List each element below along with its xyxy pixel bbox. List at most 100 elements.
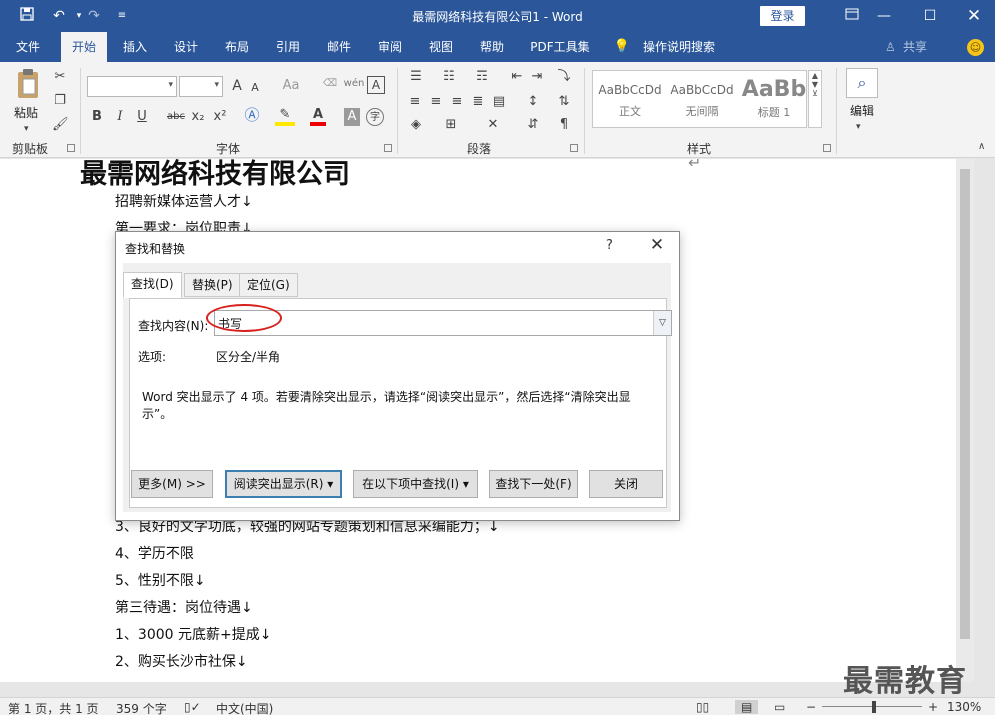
clipboard-launcher-icon[interactable] bbox=[67, 144, 75, 152]
tab-review[interactable]: 审阅 bbox=[368, 32, 412, 62]
tab-view[interactable]: 视图 bbox=[419, 32, 463, 62]
web-layout-icon[interactable]: ▭ bbox=[774, 700, 785, 714]
font-color-icon[interactable]: A bbox=[310, 106, 326, 126]
tab-help[interactable]: 帮助 bbox=[470, 32, 514, 62]
clear-format-icon[interactable]: ⌫ bbox=[319, 75, 341, 93]
tab-home[interactable]: 开始 bbox=[61, 32, 107, 62]
font-size-combo[interactable]: ▾ bbox=[179, 76, 223, 97]
tab-insert[interactable]: 插入 bbox=[113, 32, 157, 62]
underline-icon[interactable]: U bbox=[134, 108, 150, 126]
character-shading-icon[interactable]: A bbox=[344, 108, 360, 126]
italic-icon[interactable]: I bbox=[112, 108, 128, 126]
highlight-icon[interactable]: ✎ bbox=[275, 106, 295, 126]
align-left-icon[interactable]: ≡ bbox=[406, 93, 424, 111]
print-layout-icon[interactable]: ▤ bbox=[735, 700, 759, 714]
shading-icon[interactable]: ◈ bbox=[406, 116, 426, 134]
close-icon[interactable]: ✕ bbox=[646, 235, 668, 255]
show-marks-icon[interactable]: ¶ bbox=[555, 116, 573, 134]
close-icon[interactable]: ✕ bbox=[962, 6, 986, 26]
more-button[interactable]: 更多(M) >> bbox=[131, 470, 213, 498]
editing-search-icon[interactable]: ⌕ bbox=[846, 68, 878, 98]
distributed-icon[interactable]: ▤ bbox=[490, 93, 508, 111]
justify-icon[interactable]: ≣ bbox=[469, 93, 487, 111]
language[interactable]: 中文(中国) bbox=[216, 700, 273, 715]
subscript-icon[interactable]: x₂ bbox=[190, 108, 206, 126]
chinese-layout-icon[interactable]: ⤵ bbox=[555, 68, 573, 86]
tab-pdf-tools[interactable]: PDF工具集 bbox=[524, 32, 596, 62]
editing-dropdown-icon[interactable]: ▾ bbox=[856, 118, 861, 136]
format-painter-icon[interactable]: 🖌 bbox=[52, 116, 69, 134]
align-center-icon[interactable]: ≡ bbox=[427, 93, 445, 111]
cut-icon[interactable]: ✂ bbox=[52, 68, 68, 86]
asian-typography-icon[interactable]: ✕ bbox=[482, 116, 504, 134]
copy-icon[interactable]: ❐ bbox=[52, 92, 68, 110]
line-spacing-icon[interactable]: ↕ bbox=[522, 93, 544, 111]
styles-scroll[interactable]: ▲ ▼ ⊻ bbox=[808, 70, 822, 128]
tab-file[interactable]: 文件 bbox=[6, 32, 50, 62]
chevron-down-icon[interactable]: ▽ bbox=[653, 311, 671, 335]
page-count[interactable]: 第 1 页，共 1 页 bbox=[8, 700, 99, 715]
bold-icon[interactable]: B bbox=[89, 108, 105, 126]
character-border-icon[interactable]: A bbox=[367, 76, 385, 94]
shrink-font-icon[interactable]: A bbox=[248, 79, 262, 97]
bullets-icon[interactable]: ☰ bbox=[406, 68, 426, 86]
find-next-button[interactable]: 查找下一处(F) bbox=[489, 470, 578, 498]
tab-layout[interactable]: 布局 bbox=[215, 32, 259, 62]
paste-label[interactable]: 粘贴 bbox=[14, 104, 38, 121]
grow-font-icon[interactable]: A bbox=[229, 77, 245, 95]
close-button[interactable]: 关闭 bbox=[589, 470, 663, 498]
phonetic-guide-icon[interactable]: wén bbox=[343, 75, 365, 93]
align-right-icon[interactable]: ≡ bbox=[448, 93, 466, 111]
login-button[interactable]: 登录 bbox=[760, 6, 805, 26]
editing-label[interactable]: 编辑 bbox=[850, 102, 874, 119]
tab-references[interactable]: 引用 bbox=[266, 32, 310, 62]
zoom-out-icon[interactable]: − bbox=[806, 700, 816, 714]
sort-icon[interactable]: ⇅ bbox=[555, 93, 573, 111]
superscript-icon[interactable]: x² bbox=[212, 108, 228, 126]
paste-icon[interactable] bbox=[14, 68, 42, 102]
style-no-spacing[interactable]: AaBbCcDd 无间隔 bbox=[667, 71, 737, 127]
numbering-icon[interactable]: ☷ bbox=[439, 68, 459, 86]
tab-design[interactable]: 设计 bbox=[164, 32, 208, 62]
maximize-icon[interactable]: ☐ bbox=[918, 6, 942, 26]
share-button[interactable]: 共享 bbox=[903, 32, 927, 62]
smiley-icon[interactable]: ☺ bbox=[967, 39, 984, 56]
sort-az-icon[interactable]: ⇵ bbox=[524, 116, 542, 134]
paste-dropdown-icon[interactable]: ▾ bbox=[24, 120, 29, 138]
change-case-icon[interactable]: Aa bbox=[280, 77, 302, 95]
options-value: 区分全/半角 bbox=[216, 350, 281, 364]
zoom-level[interactable]: 130% bbox=[947, 700, 981, 714]
read-mode-icon[interactable]: ▯▯ bbox=[696, 700, 709, 714]
style-heading-1[interactable]: AaBb 标题 1 bbox=[739, 71, 809, 127]
vertical-scrollbar[interactable] bbox=[956, 159, 974, 682]
font-name-combo[interactable]: ▾ bbox=[87, 76, 177, 97]
tell-me-search[interactable]: 操作说明搜索 bbox=[643, 32, 715, 62]
tab-mailings[interactable]: 邮件 bbox=[317, 32, 361, 62]
reading-highlight-button[interactable]: 阅读突出显示(R) ▾ bbox=[225, 470, 342, 498]
decrease-indent-icon[interactable]: ⇤ bbox=[508, 68, 526, 86]
ribbon-display-icon[interactable] bbox=[840, 6, 864, 26]
increase-indent-icon[interactable]: ⇥ bbox=[528, 68, 546, 86]
zoom-in-icon[interactable]: + bbox=[928, 700, 938, 714]
enclose-characters-icon[interactable]: 字 bbox=[366, 108, 384, 126]
minimize-icon[interactable]: — bbox=[872, 6, 896, 26]
find-what-input[interactable]: 书写 ▽ bbox=[214, 310, 672, 336]
scrollbar-thumb[interactable] bbox=[960, 169, 970, 639]
styles-launcher-icon[interactable] bbox=[823, 144, 831, 152]
text-effects-icon[interactable]: Ⓐ bbox=[243, 106, 261, 124]
borders-icon[interactable]: ⊞ bbox=[441, 116, 461, 134]
collapse-ribbon-icon[interactable]: ∧ bbox=[978, 138, 985, 156]
style-normal[interactable]: AaBbCcDd 正文 bbox=[595, 71, 665, 127]
find-in-button[interactable]: 在以下项中查找(I) ▾ bbox=[353, 470, 478, 498]
tab-find[interactable]: 查找(D) bbox=[123, 272, 182, 298]
paragraph-launcher-icon[interactable] bbox=[570, 144, 578, 152]
font-launcher-icon[interactable] bbox=[384, 144, 392, 152]
proofing-icon[interactable]: ▯✓ bbox=[184, 700, 201, 714]
tab-goto[interactable]: 定位(G) bbox=[239, 273, 298, 297]
help-icon[interactable]: ? bbox=[606, 238, 613, 253]
zoom-slider-thumb[interactable] bbox=[872, 701, 876, 713]
tab-replace[interactable]: 替换(P) bbox=[184, 273, 241, 297]
word-count[interactable]: 359 个字 bbox=[116, 700, 167, 715]
multilevel-list-icon[interactable]: ☶ bbox=[472, 68, 492, 86]
strikethrough-icon[interactable]: abc bbox=[166, 108, 186, 126]
